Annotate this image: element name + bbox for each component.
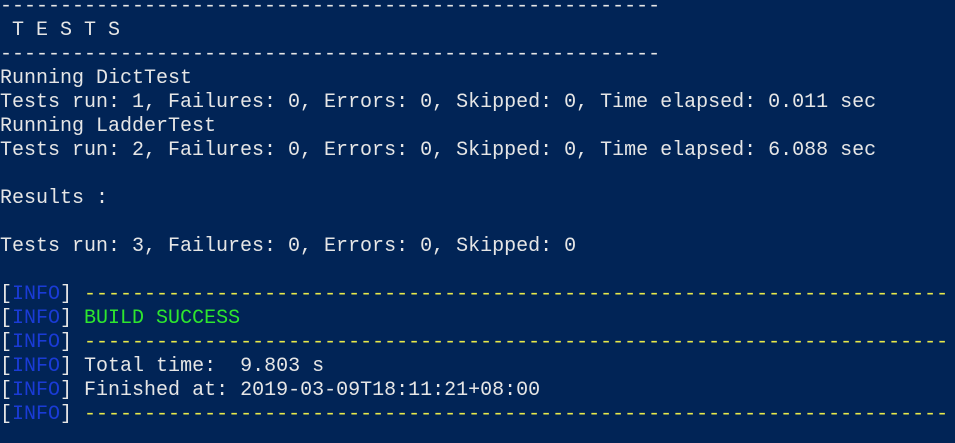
info-bracket: ]	[60, 379, 85, 402]
info-bracket: [	[0, 355, 13, 378]
separator-dashes: ----------------------------------------…	[84, 283, 949, 306]
tests-header: T E S T S	[0, 19, 121, 42]
separator-line: ----------------------------------------…	[0, 43, 661, 66]
info-bracket: [	[0, 379, 13, 402]
running-dicttest: Running DictTest	[0, 67, 193, 90]
dicttest-result: Tests run: 1, Failures: 0, Errors: 0, Sk…	[0, 91, 877, 114]
info-bracket: ]	[60, 283, 85, 306]
running-laddertest: Running LadderTest	[0, 115, 217, 138]
info-tag: INFO	[12, 355, 61, 378]
info-tag: INFO	[12, 307, 61, 330]
info-line-build-status: [INFO] BUILD SUCCESS	[0, 307, 955, 331]
finished-at-text: Finished at: 2019-03-09T18:11:21+08:00	[84, 379, 541, 402]
info-tag: INFO	[12, 331, 61, 354]
info-bracket: [	[0, 307, 13, 330]
info-bracket: ]	[60, 355, 85, 378]
info-bracket: [	[0, 331, 13, 354]
laddertest-result: Tests run: 2, Failures: 0, Errors: 0, Sk…	[0, 139, 877, 162]
info-bracket: ]	[60, 331, 85, 354]
total-time-text: Total time: 9.803 s	[84, 355, 325, 378]
info-tag: INFO	[12, 379, 61, 402]
separator-dashes: ----------------------------------------…	[84, 403, 949, 426]
info-tag: INFO	[12, 403, 61, 426]
info-line-separator: [INFO] ---------------------------------…	[0, 403, 955, 427]
terminal-output: ----------------------------------------…	[0, 0, 955, 427]
results-label: Results :	[0, 187, 109, 210]
build-success-text: BUILD SUCCESS	[84, 307, 241, 330]
separator-dashes: ----------------------------------------…	[84, 331, 949, 354]
tests-summary: Tests run: 3, Failures: 0, Errors: 0, Sk…	[0, 235, 577, 258]
separator-line: ----------------------------------------…	[0, 0, 661, 18]
info-tag: INFO	[12, 283, 61, 306]
info-bracket: ]	[60, 307, 85, 330]
info-line-total-time: [INFO] Total time: 9.803 s	[0, 355, 955, 379]
info-bracket: [	[0, 403, 13, 426]
info-bracket: [	[0, 283, 13, 306]
info-line-separator: [INFO] ---------------------------------…	[0, 283, 955, 307]
info-bracket: ]	[60, 403, 85, 426]
info-line-separator: [INFO] ---------------------------------…	[0, 331, 955, 355]
info-line-finished-at: [INFO] Finished at: 2019-03-09T18:11:21+…	[0, 379, 955, 403]
